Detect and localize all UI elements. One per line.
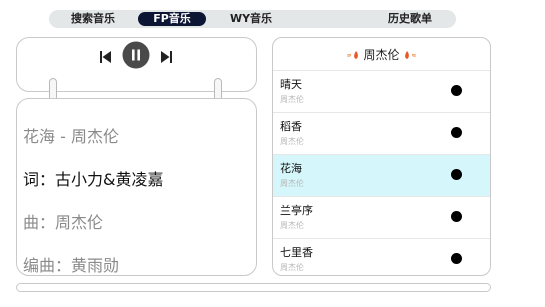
tab-fp-music[interactable]: FP音乐	[138, 12, 206, 26]
progress-bar[interactable]	[16, 283, 491, 292]
tab-bar: 搜索音乐 FP音乐 WY音乐 历史歌单	[49, 10, 456, 28]
song-artist: 周杰伦	[280, 137, 304, 146]
song-title: 花海	[280, 162, 302, 175]
lyric-line: 曲：周杰伦	[23, 213, 104, 232]
play-dot-icon[interactable]	[451, 169, 462, 180]
song-artist: 周杰伦	[280, 95, 304, 104]
song-artist: 周杰伦	[280, 179, 304, 188]
lyric-line: 花海 - 周杰伦	[23, 127, 119, 146]
playlist-header: 周杰伦	[273, 38, 490, 71]
song-row[interactable]: 稻香 周杰伦	[273, 113, 490, 155]
song-title: 稻香	[280, 120, 302, 133]
skip-previous-icon[interactable]	[99, 49, 112, 68]
playlist-title: 周杰伦	[273, 46, 490, 63]
tab-search-music[interactable]: 搜索音乐	[65, 10, 121, 28]
play-dot-icon[interactable]	[451, 127, 462, 138]
song-artist: 周杰伦	[280, 221, 304, 230]
tab-wy-music[interactable]: WY音乐	[225, 10, 277, 28]
song-title: 晴天	[280, 78, 302, 91]
song-row[interactable]: 兰亭序 周杰伦	[273, 197, 490, 239]
song-list: 晴天 周杰伦 稻香 周杰伦 花海 周杰伦 兰亭序 周杰伦 七里香 周杰伦	[273, 71, 490, 275]
play-dot-icon[interactable]	[451, 253, 462, 264]
playlist-title-text: 周杰伦	[363, 48, 400, 62]
playlist-panel: 周杰伦 晴天 周杰伦 稻香 周杰伦 花海 周杰伦 兰亭序 周杰伦 七里香 周杰伦	[272, 37, 491, 276]
song-title: 兰亭序	[280, 204, 313, 217]
skip-next-icon[interactable]	[160, 49, 173, 68]
music-app: 搜索音乐 FP音乐 WY音乐 历史歌单 花海 - 周杰伦 词：古小力&黄凌嘉 曲…	[0, 0, 545, 307]
song-artist: 周杰伦	[280, 263, 304, 272]
lyrics-panel: 花海 - 周杰伦 词：古小力&黄凌嘉 曲：周杰伦 编曲：黄雨勋	[16, 98, 257, 276]
pause-icon[interactable]	[122, 41, 150, 73]
song-row[interactable]: 晴天 周杰伦	[273, 71, 490, 113]
tab-history-playlist[interactable]: 历史歌单	[379, 10, 441, 28]
lyric-line: 编曲：黄雨勋	[23, 256, 120, 275]
song-row-active[interactable]: 花海 周杰伦	[273, 155, 490, 197]
fire-icon	[346, 49, 360, 63]
fire-icon	[403, 49, 417, 63]
play-dot-icon[interactable]	[451, 85, 462, 96]
song-row[interactable]: 七里香 周杰伦	[273, 239, 490, 275]
song-title: 七里香	[280, 246, 313, 259]
play-dot-icon[interactable]	[451, 211, 462, 222]
lyric-line-current: 词：古小力&黄凌嘉	[23, 170, 164, 189]
